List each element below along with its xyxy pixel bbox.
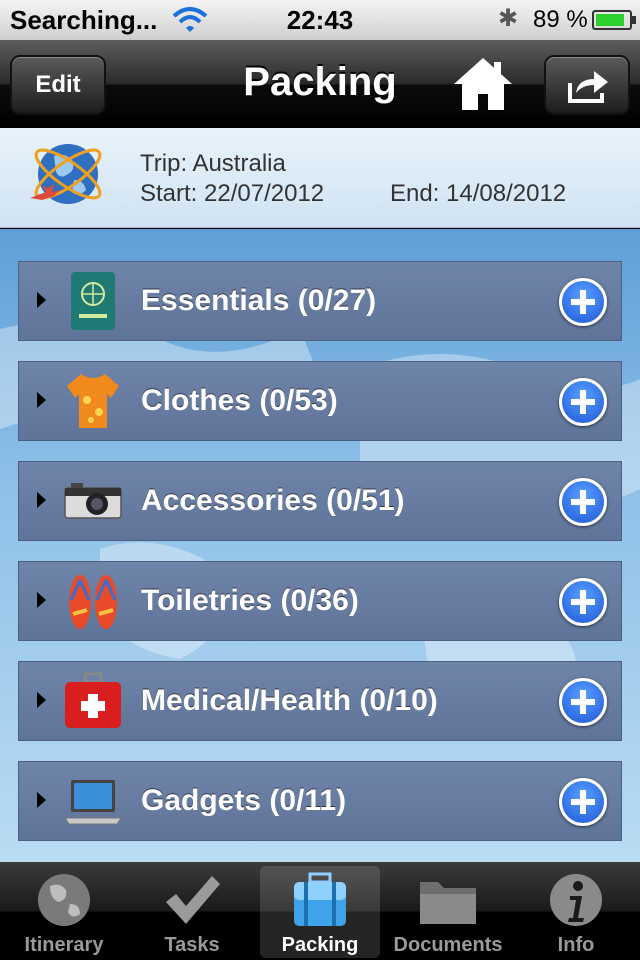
disclosure-triangle-icon[interactable]: [37, 792, 46, 808]
trip-end-date: End: 14/08/2012: [390, 180, 567, 207]
checkmark-icon: [162, 872, 222, 928]
tab-label: Info: [557, 934, 595, 956]
tab-label: Documents: [393, 934, 503, 956]
folder-icon: [418, 872, 478, 928]
tab-info[interactable]: Info: [516, 866, 636, 958]
tab-label: Tasks: [164, 934, 220, 956]
trip-start-date: Start: 22/07/2012: [140, 180, 325, 207]
camera-icon: [63, 470, 123, 532]
home-icon[interactable]: [452, 54, 514, 114]
first-aid-icon: [63, 670, 123, 732]
category-row-clothes[interactable]: Clothes (0/53): [18, 361, 622, 441]
trip-name: Trip: Australia: [140, 150, 286, 177]
tab-label: Itinerary: [24, 934, 104, 956]
add-item-button[interactable]: [559, 478, 607, 526]
suitcase-icon: [290, 872, 350, 928]
tab-documents[interactable]: Documents: [388, 866, 508, 958]
tab-bar: Itinerary Tasks Packing Documents Info: [0, 862, 640, 960]
category-row-toiletries[interactable]: Toiletries (0/36): [18, 561, 622, 641]
add-item-button[interactable]: [559, 678, 607, 726]
disclosure-triangle-icon[interactable]: [37, 592, 46, 608]
info-icon: [546, 872, 606, 928]
laptop-icon: [63, 770, 123, 832]
battery-fill: [596, 14, 624, 26]
status-bar: Searching... 22:43 ✱ 89 %: [0, 0, 640, 40]
share-button[interactable]: [544, 55, 630, 115]
category-label: Essentials (0/27): [141, 284, 377, 317]
passport-icon: [63, 270, 123, 332]
category-label: Medical/Health (0/10): [141, 684, 438, 717]
battery-icon: [592, 10, 636, 30]
category-label: Gadgets (0/11): [141, 784, 347, 817]
tab-packing[interactable]: Packing: [260, 866, 380, 958]
tab-label: Packing: [281, 934, 359, 956]
category-row-gadgets[interactable]: Gadgets (0/11): [18, 761, 622, 841]
globe-icon: [34, 872, 94, 928]
add-item-button[interactable]: [559, 278, 607, 326]
category-list[interactable]: Essentials (0/27) Clothes (0/53) Accesso…: [0, 229, 640, 862]
disclosure-triangle-icon[interactable]: [37, 292, 46, 308]
disclosure-triangle-icon[interactable]: [37, 492, 46, 508]
flip-flops-icon: [63, 570, 123, 632]
share-icon: [568, 71, 608, 103]
disclosure-triangle-icon[interactable]: [37, 392, 46, 408]
add-item-button[interactable]: [559, 778, 607, 826]
category-row-accessories[interactable]: Accessories (0/51): [18, 461, 622, 541]
nav-bar: Edit Packing: [0, 40, 640, 128]
bluetooth-icon: ✱: [498, 5, 519, 32]
category-label: Toiletries (0/36): [141, 584, 359, 617]
category-label: Clothes (0/53): [141, 384, 338, 417]
battery-percent: 89 %: [533, 6, 588, 33]
globe-plane-icon: [24, 136, 106, 218]
category-row-essentials[interactable]: Essentials (0/27): [18, 261, 622, 341]
tab-itinerary[interactable]: Itinerary: [4, 866, 124, 958]
add-item-button[interactable]: [559, 578, 607, 626]
shirt-icon: [63, 370, 123, 432]
add-item-button[interactable]: [559, 378, 607, 426]
category-row-medical[interactable]: Medical/Health (0/10): [18, 661, 622, 741]
disclosure-triangle-icon[interactable]: [37, 692, 46, 708]
tab-tasks[interactable]: Tasks: [132, 866, 252, 958]
category-label: Accessories (0/51): [141, 484, 405, 517]
trip-header: Trip: Australia Start: 22/07/2012 End: 1…: [0, 128, 640, 228]
battery-nub: [632, 16, 636, 24]
